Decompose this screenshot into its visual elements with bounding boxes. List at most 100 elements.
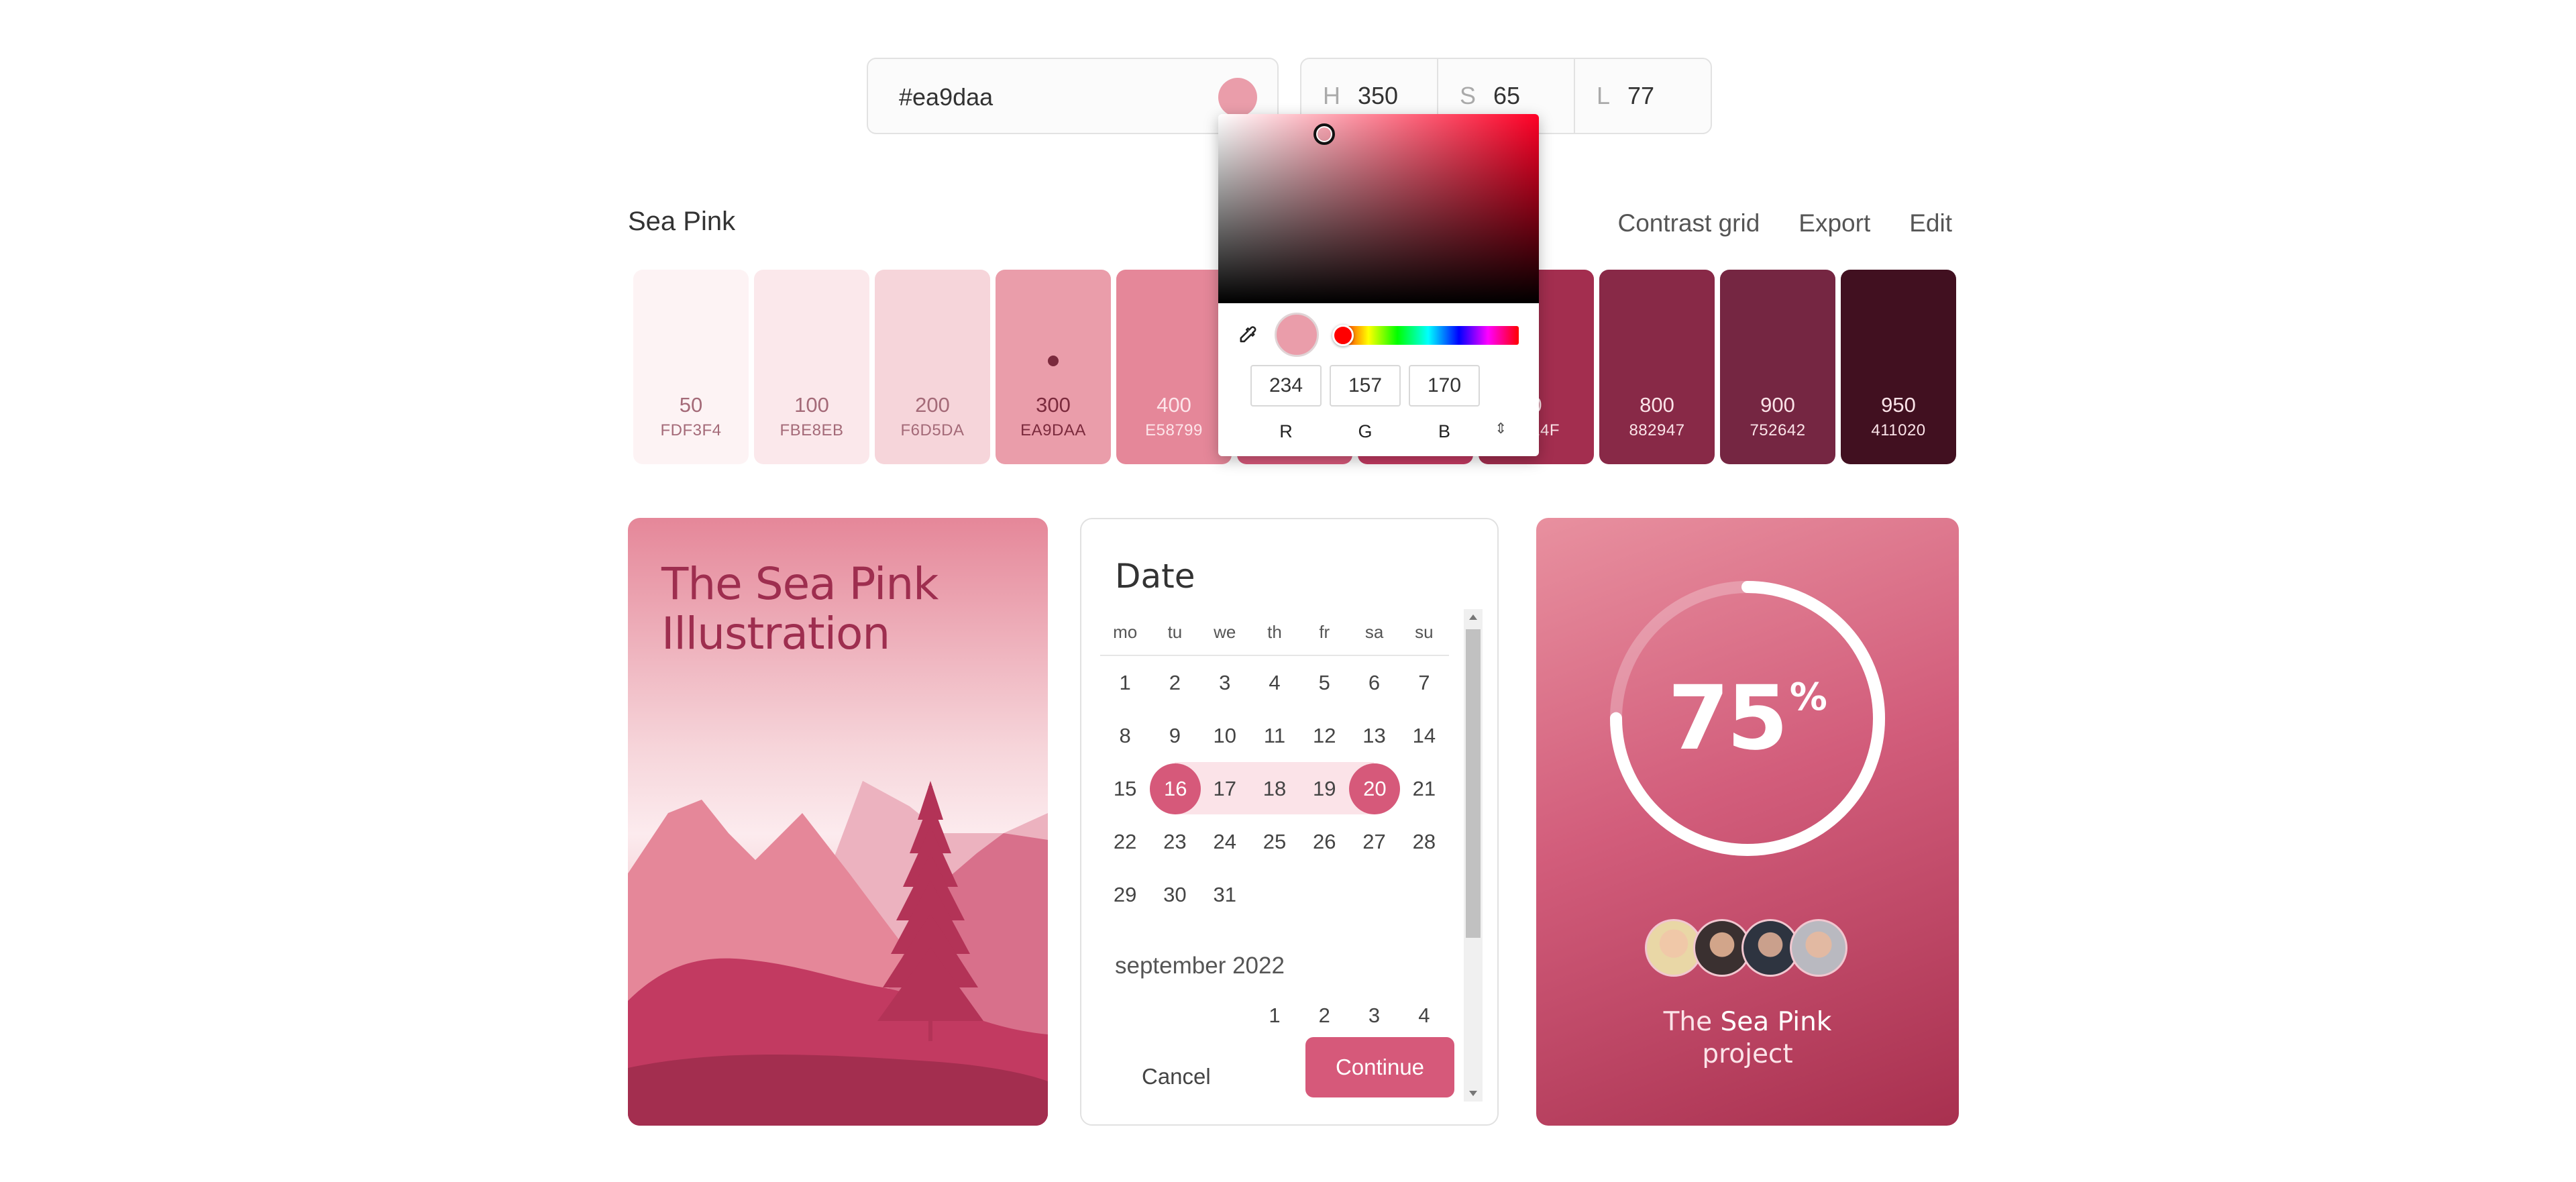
cancel-button[interactable]: Cancel xyxy=(1142,1064,1211,1089)
blue-input[interactable]: 170 xyxy=(1409,365,1480,407)
calendar-empty xyxy=(1200,1004,1250,1028)
progress-number: 75 xyxy=(1668,667,1788,770)
calendar-empty xyxy=(1150,1004,1199,1028)
export-link[interactable]: Export xyxy=(1799,209,1870,237)
swatch-shade: 900 xyxy=(1760,393,1795,417)
calendar-day[interactable]: 25 xyxy=(1250,830,1299,854)
illustration-card: The Sea Pink Illustration xyxy=(628,518,1048,1126)
progress-card: 75% The Sea Pink project xyxy=(1536,518,1959,1126)
calendar-day[interactable]: 15 xyxy=(1100,777,1150,801)
calendar-day[interactable]: 14 xyxy=(1399,724,1449,748)
swatch-800[interactable]: 800 882947 xyxy=(1599,270,1715,464)
calendar-week: 29 30 31 xyxy=(1100,868,1449,921)
calendar-day[interactable]: 29 xyxy=(1100,883,1150,907)
saturation-label: S xyxy=(1460,82,1477,109)
caption-suffix: project xyxy=(1702,1039,1793,1069)
scroll-up-icon[interactable] xyxy=(1469,614,1477,620)
swatch-900[interactable]: 900 752642 xyxy=(1720,270,1835,464)
calendar-day[interactable]: 10 xyxy=(1200,724,1250,748)
calendar-scrollbar[interactable] xyxy=(1464,609,1483,1102)
calendar-day[interactable]: 22 xyxy=(1100,830,1150,854)
swatch-hex: F6D5DA xyxy=(900,421,965,439)
calendar-day[interactable]: 19 xyxy=(1299,777,1349,801)
calendar-day[interactable]: 13 xyxy=(1349,724,1399,748)
weekday-label: sa xyxy=(1364,621,1384,642)
weekday-label: su xyxy=(1415,621,1434,642)
color-swatch-button[interactable] xyxy=(1218,78,1257,117)
swatch-50[interactable]: 50 FDF3F4 xyxy=(633,270,749,464)
red-input[interactable]: 234 xyxy=(1250,365,1322,407)
scrollbar-thumb[interactable] xyxy=(1466,629,1481,938)
swatch-300[interactable]: 300 EA9DAA xyxy=(996,270,1111,464)
green-input[interactable]: 157 xyxy=(1330,365,1401,407)
calendar-day[interactable]: 27 xyxy=(1349,830,1399,854)
saturation-handle[interactable] xyxy=(1313,123,1335,145)
calendar-day[interactable]: 30 xyxy=(1150,883,1199,907)
date-picker-card: Date mo tu we th fr sa su 1 2 3 4 5 6 7 8 9 10 11 12 13 14 15… xyxy=(1080,518,1499,1126)
lightness-value[interactable]: 77 xyxy=(1627,82,1654,110)
hue-slider[interactable] xyxy=(1338,326,1519,345)
calendar-day[interactable]: 20 xyxy=(1349,763,1401,814)
calendar-day[interactable]: 23 xyxy=(1150,830,1199,854)
weekday-label: we xyxy=(1214,621,1236,642)
calendar-day[interactable]: 28 xyxy=(1399,830,1449,854)
calendar-week: 1234567 xyxy=(1100,656,1449,709)
date-picker-title: Date xyxy=(1115,557,1195,596)
calendar-day[interactable]: 24 xyxy=(1200,830,1250,854)
calendar-day[interactable]: 12 xyxy=(1299,724,1349,748)
swatch-400[interactable]: 400 E58799 xyxy=(1116,270,1232,464)
calendar-day[interactable]: 18 xyxy=(1250,777,1299,801)
swatch-shade: 50 xyxy=(679,393,703,417)
caption-brand: Sea Pink xyxy=(1720,1007,1832,1037)
avatar[interactable] xyxy=(1790,919,1847,977)
saturation-value-area[interactable] xyxy=(1218,114,1539,303)
calendar-day[interactable]: 6 xyxy=(1349,671,1399,695)
calendar-day[interactable]: 17 xyxy=(1200,777,1250,801)
continue-button[interactable]: Continue xyxy=(1305,1037,1454,1097)
calendar-day[interactable]: 5 xyxy=(1299,671,1349,695)
calendar-day[interactable]: 16 xyxy=(1150,763,1201,814)
swatch-hex: 752642 xyxy=(1750,421,1806,439)
selected-day[interactable]: 20 xyxy=(1349,763,1401,814)
calendar-day[interactable]: 8 xyxy=(1100,724,1150,748)
hue-handle[interactable] xyxy=(1332,325,1354,346)
calendar-day[interactable]: 2 xyxy=(1299,1004,1349,1028)
selected-day[interactable]: 16 xyxy=(1150,763,1201,814)
swatch-100[interactable]: 100 FBE8EB xyxy=(754,270,869,464)
calendar-day[interactable]: 21 xyxy=(1399,777,1449,801)
hex-color-input[interactable]: #ea9daa xyxy=(867,58,1279,134)
calendar-day[interactable]: 31 xyxy=(1200,883,1250,907)
hue-label: H xyxy=(1323,82,1340,109)
color-mode-toggle-icon[interactable]: ⇕ xyxy=(1495,420,1507,437)
weekday-header: mo tu we th fr sa su xyxy=(1100,609,1449,656)
calendar-day[interactable]: 4 xyxy=(1399,1004,1449,1028)
calendar-day[interactable]: 1 xyxy=(1250,1004,1299,1028)
calendar-day[interactable]: 3 xyxy=(1200,671,1250,695)
swatch-950[interactable]: 950 411020 xyxy=(1841,270,1956,464)
eyedropper-icon[interactable] xyxy=(1236,323,1258,346)
hex-value[interactable]: #ea9daa xyxy=(899,83,993,111)
swatch-hex: E58799 xyxy=(1145,421,1203,439)
selected-indicator xyxy=(1048,356,1059,366)
swatch-hex: EA9DAA xyxy=(1020,421,1086,439)
saturation-value[interactable]: 65 xyxy=(1493,82,1520,110)
calendar-day[interactable]: 9 xyxy=(1150,724,1199,748)
calendar-day[interactable]: 26 xyxy=(1299,830,1349,854)
calendar-day[interactable]: 2 xyxy=(1150,671,1199,695)
calendar-day[interactable]: 3 xyxy=(1349,1004,1399,1028)
illustration-title-line1: The Sea Pink xyxy=(661,558,938,610)
swatch-200[interactable]: 200 F6D5DA xyxy=(875,270,990,464)
edit-link[interactable]: Edit xyxy=(1909,209,1952,237)
calendar-day[interactable]: 7 xyxy=(1399,671,1449,695)
contrast-grid-link[interactable]: Contrast grid xyxy=(1617,209,1760,237)
weekday-label: mo xyxy=(1113,621,1138,642)
hue-value[interactable]: 350 xyxy=(1358,82,1398,110)
calendar-day[interactable]: 4 xyxy=(1250,671,1299,695)
progress-unit: % xyxy=(1789,676,1827,719)
lightness-field[interactable]: L 77 xyxy=(1575,59,1711,133)
scroll-down-icon[interactable] xyxy=(1469,1091,1477,1096)
green-label: G xyxy=(1358,421,1373,441)
red-label: R xyxy=(1279,421,1293,441)
calendar-day[interactable]: 11 xyxy=(1250,724,1299,748)
calendar-day[interactable]: 1 xyxy=(1100,671,1150,695)
